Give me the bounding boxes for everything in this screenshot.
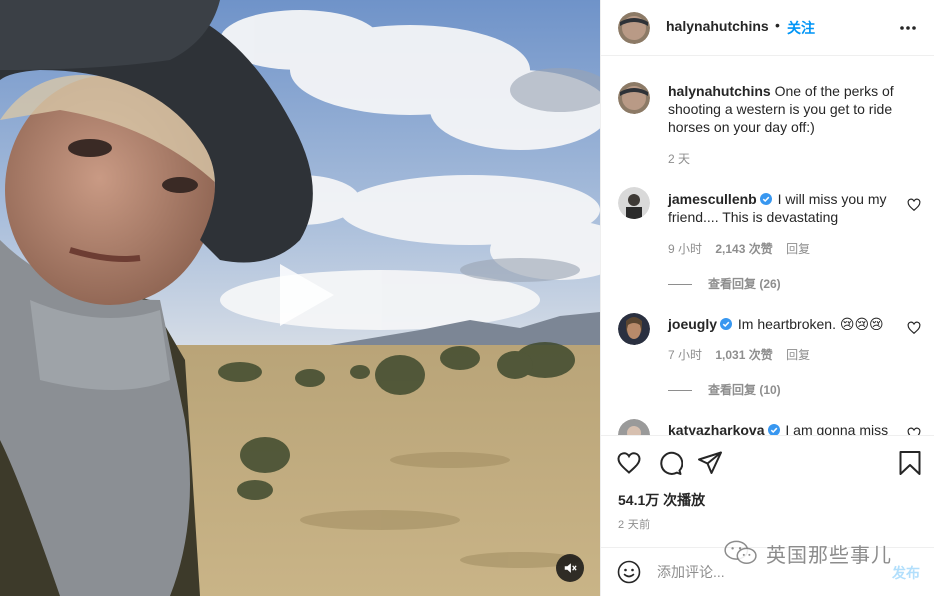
caption-text: halynahutchins One of the perks of shoot… [668, 82, 918, 136]
reply-button[interactable]: 回复 [786, 348, 810, 362]
comment-meta: 7 小时 1,031 次赞 回复 [668, 346, 820, 363]
caption-username[interactable]: halynahutchins [668, 83, 771, 99]
comment-text: joeugly Im heartbroken. 😢😢😢 [668, 315, 900, 333]
heart-icon [617, 452, 641, 474]
more-options-button[interactable] [898, 18, 918, 38]
view-replies-button[interactable]: 查看回复 (10) [668, 381, 781, 398]
comment-text: katyazharkova I am gonna miss [668, 421, 900, 435]
caption-time[interactable]: 2 天 [668, 152, 690, 166]
view-replies-button[interactable]: 查看回复 (26) [668, 275, 781, 292]
speaker-muted-icon [564, 563, 577, 573]
post-side-panel: halynahutchins • 关注 halynahutchins One o… [600, 0, 934, 596]
heart-icon [907, 427, 921, 435]
caption-meta: 2 天 [668, 150, 700, 167]
post-comment-button[interactable]: 发布 [892, 563, 920, 583]
comment-username[interactable]: joeugly [668, 316, 717, 332]
comment-text: jamescullenb I will miss you my friend..… [668, 190, 900, 226]
verified-badge-icon [720, 318, 733, 330]
replies-divider [668, 390, 692, 392]
view-replies-label: 查看回复 (10) [708, 383, 781, 397]
author-avatar[interactable] [618, 12, 650, 44]
author-username[interactable]: halynahutchins [666, 18, 769, 34]
replies-divider [668, 284, 692, 286]
play-button[interactable] [270, 260, 340, 330]
view-count[interactable]: 54.1万 次播放 [618, 490, 705, 510]
save-button[interactable] [897, 450, 923, 476]
comment-like-button[interactable] [907, 321, 921, 335]
verified-badge-icon [759, 193, 772, 205]
commenter-avatar[interactable] [618, 313, 650, 345]
post-header: halynahutchins • 关注 [601, 0, 934, 56]
share-button[interactable] [697, 450, 723, 476]
heart-icon [907, 321, 921, 335]
post-timestamp[interactable]: 2 天前 [618, 516, 650, 532]
heart-icon [907, 198, 921, 212]
verified-badge-icon [767, 424, 780, 435]
reply-button[interactable]: 回复 [786, 242, 810, 256]
comment-input[interactable] [657, 562, 857, 582]
comment-likes[interactable]: 2,143 次赞 [715, 242, 772, 256]
separator-dot: • [775, 17, 780, 33]
like-button[interactable] [616, 450, 642, 476]
bookmark-icon [899, 451, 921, 475]
follow-button[interactable]: 关注 [787, 18, 815, 38]
emoji-button[interactable] [617, 560, 641, 584]
comment-meta: 9 小时 2,143 次赞 回复 [668, 240, 820, 257]
comment-button[interactable] [657, 450, 684, 476]
comment-username[interactable]: jamescullenb [668, 191, 757, 207]
caption-avatar[interactable] [618, 82, 650, 114]
commenter-avatar[interactable] [618, 419, 650, 435]
comment-likes[interactable]: 1,031 次赞 [715, 348, 772, 362]
paper-plane-icon [698, 451, 722, 474]
comment-like-button[interactable] [907, 198, 921, 212]
smiley-icon [617, 560, 641, 584]
mute-button[interactable] [556, 554, 584, 582]
comments-list[interactable]: halynahutchins One of the perks of shoot… [601, 57, 934, 435]
comment-bubble-icon [660, 451, 684, 475]
more-horizontal-icon [900, 26, 916, 30]
comment-time[interactable]: 7 小时 [668, 348, 702, 362]
comment-body: I am gonna miss [785, 422, 889, 435]
post-video[interactable] [0, 0, 600, 596]
comment-composer: 发布 [601, 547, 934, 596]
comment-username[interactable]: katyazharkova [668, 422, 765, 435]
play-icon [280, 264, 334, 326]
comment-time[interactable]: 9 小时 [668, 242, 702, 256]
action-bar: 54.1万 次播放 2 天前 [601, 435, 934, 547]
comment-like-button[interactable] [907, 427, 921, 435]
commenter-avatar[interactable] [618, 187, 650, 219]
view-replies-label: 查看回复 (26) [708, 277, 781, 291]
comment-body: Im heartbroken. 😢😢😢 [737, 316, 884, 332]
